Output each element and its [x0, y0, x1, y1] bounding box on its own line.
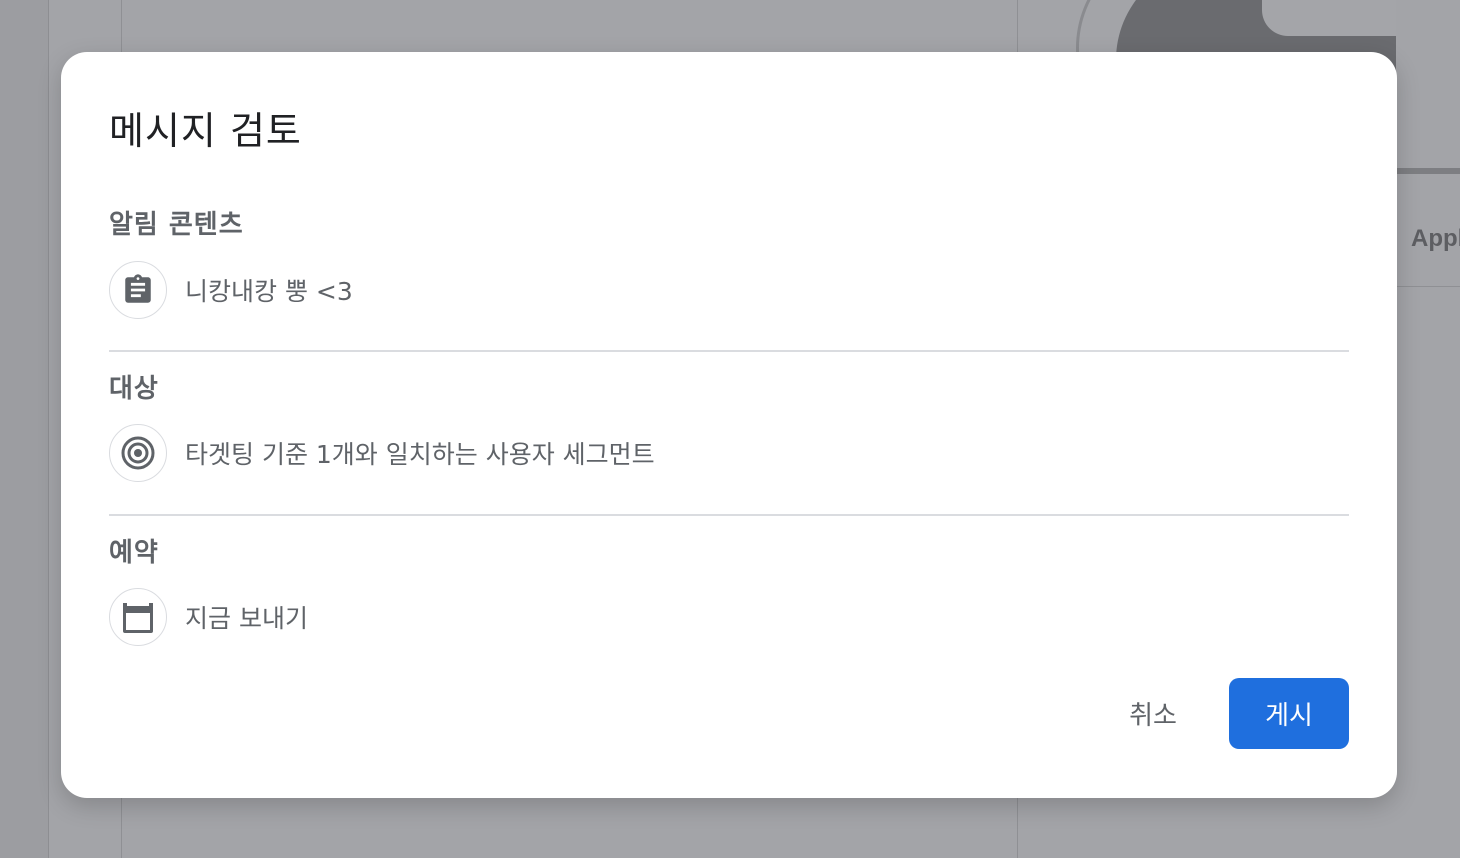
calendar-icon: [109, 588, 167, 646]
background-right-panel: Appl: [1396, 0, 1460, 858]
section-notification-content: 알림 콘텐츠 니캉내캉 뿡 <3: [109, 204, 1349, 324]
notification-content-value: 니캉내캉 뿡 <3: [185, 277, 353, 306]
background-tab-indicator: [1396, 168, 1460, 174]
section-row: 타겟팅 기준 1개와 일치하는 사용자 세그먼트: [109, 424, 655, 482]
background-row-divider: [1396, 286, 1460, 287]
clipboard-icon: [109, 261, 167, 319]
section-row: 지금 보내기: [109, 588, 308, 646]
review-message-dialog: 메시지 검토 알림 콘텐츠 니캉내캉 뿡 <3 대상 타겟팅 기준 1개와 일치…: [61, 52, 1397, 798]
section-schedule: 예약 지금 보내기: [109, 532, 1349, 652]
background-partial-label: Appl: [1411, 225, 1460, 252]
section-divider: [109, 350, 1349, 352]
schedule-value: 지금 보내기: [185, 604, 308, 633]
section-label: 대상: [109, 374, 159, 404]
publish-button[interactable]: 게시: [1229, 678, 1349, 749]
target-icon: [109, 424, 167, 482]
section-row: 니캉내캉 뿡 <3: [109, 261, 353, 319]
section-label: 예약: [109, 538, 159, 568]
cancel-button[interactable]: 취소: [1105, 678, 1201, 748]
section-divider: [109, 514, 1349, 516]
background-left-rail: [0, 0, 49, 858]
section-target: 대상 타겟팅 기준 1개와 일치하는 사용자 세그먼트: [109, 368, 1349, 488]
dialog-title: 메시지 검토: [109, 109, 302, 153]
target-value: 타겟팅 기준 1개와 일치하는 사용자 세그먼트: [185, 440, 655, 469]
section-label: 알림 콘텐츠: [109, 210, 244, 240]
